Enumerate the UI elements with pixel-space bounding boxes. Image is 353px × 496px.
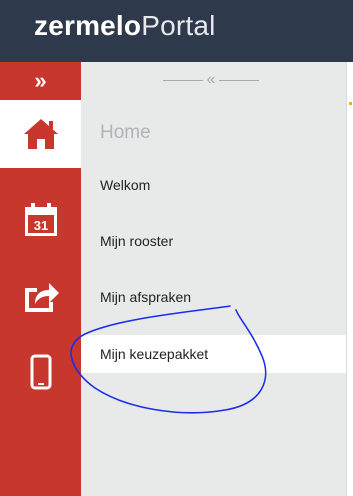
- content-area-edge: [346, 62, 353, 496]
- submenu-item-welkom[interactable]: Welkom: [81, 166, 346, 204]
- app-window: zermeloPortal » 31 « Home Welkom Mijn ro…: [0, 0, 353, 496]
- collapse-submenu-handle[interactable]: «: [151, 72, 271, 88]
- calendar-day-number: 31: [33, 218, 47, 233]
- share-icon: [24, 283, 59, 312]
- double-chevron-left-icon: «: [206, 71, 216, 88]
- handle-line-right: [219, 79, 260, 81]
- calendar-icon: 31: [24, 203, 57, 236]
- nav-home-button[interactable]: [0, 100, 81, 168]
- nav-mobile-button[interactable]: [0, 338, 81, 406]
- submenu-item-mijn-keuzepakket[interactable]: Mijn keuzepakket: [81, 335, 346, 373]
- mobile-icon: [30, 354, 51, 390]
- home-icon: [23, 119, 58, 149]
- section-title-home: Home: [100, 122, 151, 143]
- main-nav-rail: » 31: [0, 62, 81, 496]
- logo-light-text: Portal: [141, 10, 216, 41]
- submenu-item-mijn-rooster[interactable]: Mijn rooster: [81, 222, 346, 260]
- submenu-item-mijn-afspraken[interactable]: Mijn afspraken: [81, 278, 346, 316]
- expand-menu-button[interactable]: »: [0, 62, 81, 101]
- double-chevron-right-icon: »: [34, 68, 47, 93]
- zermelo-portal-logo[interactable]: zermeloPortal: [34, 10, 216, 42]
- top-header: zermeloPortal: [0, 0, 353, 62]
- nav-share-button[interactable]: [0, 262, 81, 330]
- logo-bold-text: zermelo: [34, 10, 142, 41]
- nav-schedule-button[interactable]: 31: [0, 186, 81, 254]
- handle-line-left: [162, 79, 203, 81]
- submenu-panel: « Home Welkom Mijn rooster Mijn afsprake…: [81, 62, 346, 496]
- content-edge-mark: [349, 102, 352, 105]
